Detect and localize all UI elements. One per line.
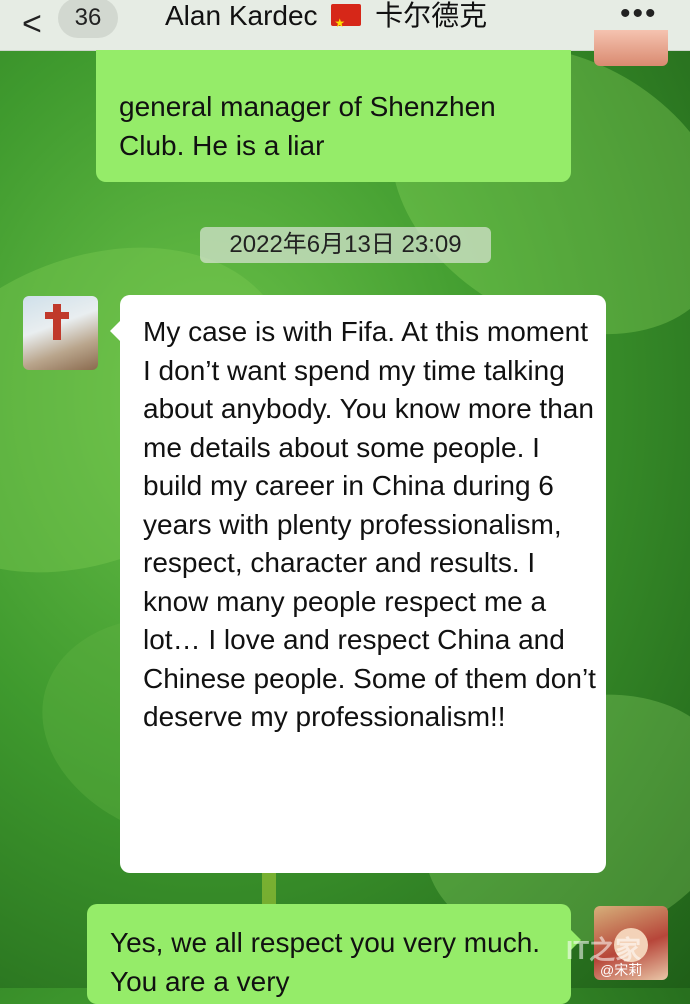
china-flag-icon xyxy=(331,3,362,43)
back-chevron-icon[interactable]: < xyxy=(22,4,42,44)
unread-count-badge[interactable]: 36 xyxy=(58,0,118,38)
message-text: My case is with Fifa. At this moment I d… xyxy=(143,316,596,732)
received-message-bubble[interactable]: My case is with Fifa. At this moment I d… xyxy=(110,295,606,873)
watermark-credit: @宋莉 xyxy=(600,962,643,978)
message-text: Yes, we all respect you very much. You a… xyxy=(110,927,541,997)
chat-title: Alan Kardec 卡尔德克 xyxy=(165,0,488,43)
contact-avatar[interactable] xyxy=(23,296,98,370)
cross-icon xyxy=(53,304,61,340)
chat-header: < 36 Alan Kardec 卡尔德克 ••• xyxy=(0,0,690,51)
message-text: general manager of Shenzhen Club. He is … xyxy=(119,91,496,161)
more-options-icon[interactable]: ••• xyxy=(620,0,658,34)
cross-icon xyxy=(45,312,69,319)
chat-title-name: Alan Kardec xyxy=(165,0,318,31)
my-avatar[interactable] xyxy=(594,30,668,66)
chat-title-chinese: 卡尔德克 xyxy=(375,0,488,31)
sent-message-bubble[interactable]: general manager of Shenzhen Club. He is … xyxy=(96,50,571,182)
message-timestamp: 2022年6月13日 23:09 xyxy=(200,227,491,263)
sent-message-bubble[interactable]: Yes, we all respect you very much. You a… xyxy=(87,904,581,1004)
